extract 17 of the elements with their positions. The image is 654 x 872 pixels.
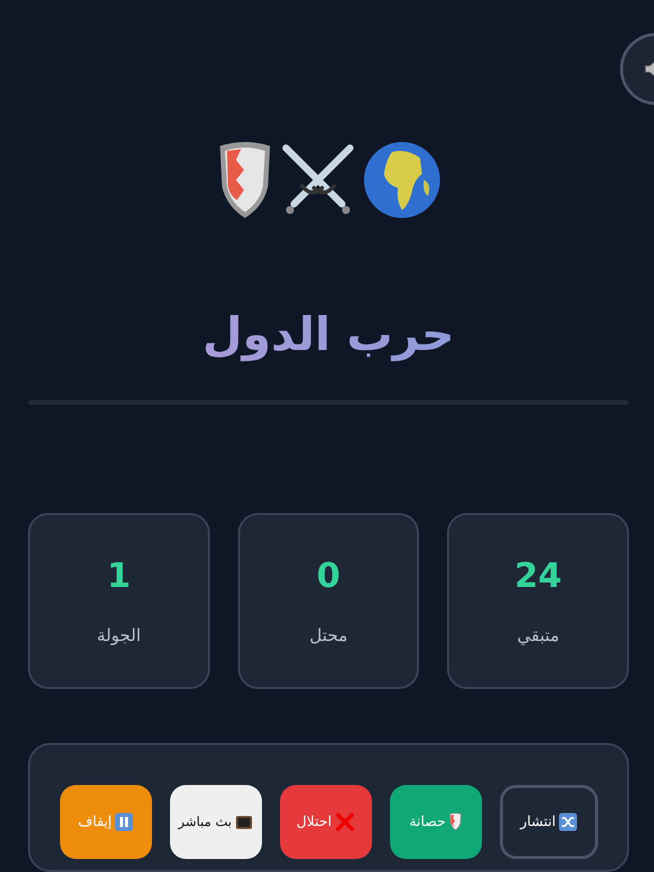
stat-value: 24: [514, 556, 562, 596]
pause-icon: [114, 813, 133, 832]
occupy-button[interactable]: احتلال: [280, 785, 372, 860]
shuffle-button[interactable]: انتشار: [500, 785, 598, 860]
pause-button[interactable]: إيقاف: [60, 785, 152, 860]
television-icon: [234, 813, 253, 832]
stat-label: محتل: [309, 626, 348, 646]
stat-value: 1: [107, 556, 131, 596]
stat-label: الجولة: [96, 626, 141, 646]
stat-value: 0: [316, 556, 340, 596]
live-button[interactable]: بث مباشر: [170, 785, 262, 860]
shield-button[interactable]: حصانة: [390, 785, 482, 860]
stat-label: متبقي: [517, 626, 560, 646]
globe-icon: [362, 140, 442, 220]
shield-icon: [448, 813, 462, 832]
cross-icon: [334, 812, 355, 832]
shuffle-icon: [558, 813, 577, 832]
